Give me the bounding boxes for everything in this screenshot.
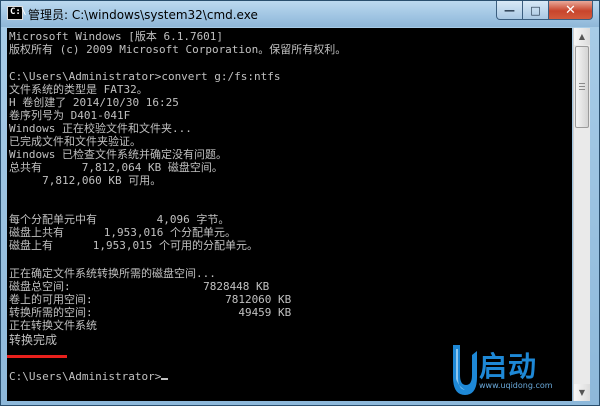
console-line-highlighted: 转换完成 xyxy=(9,333,58,347)
maximize-icon: □ xyxy=(530,3,541,17)
uqidong-watermark-logo: 启动 www.uqidong.com xyxy=(449,341,569,401)
console-line: 卷序列号为 D401-041F xyxy=(9,109,131,122)
console-line: 文件系统的类型是 FAT32。 xyxy=(9,83,148,96)
grip-line xyxy=(579,89,585,90)
console-line: 7,812,060 KB 可用。 xyxy=(9,174,162,187)
text-cursor xyxy=(161,378,169,380)
command-prompt-icon[interactable]: C:\ xyxy=(7,6,26,20)
vertical-scrollbar[interactable]: ▲ ▼ xyxy=(573,28,590,401)
console-line: C:\Users\Administrator>convert g:/fs:ntf… xyxy=(9,70,281,83)
console-line: Microsoft Windows [版本 6.1.7601] xyxy=(9,30,224,43)
close-button[interactable]: ✕ xyxy=(549,1,593,20)
arrow-down-icon: ▼ xyxy=(578,388,586,397)
arrow-up-icon: ▲ xyxy=(578,32,586,41)
console-line: 卷上的可用空间: 7812060 KB xyxy=(9,293,292,306)
grip-line xyxy=(579,86,585,87)
scroll-thumb[interactable] xyxy=(575,46,589,128)
logo-brand-text: 启动 xyxy=(479,350,538,383)
minimize-icon: — xyxy=(504,3,515,17)
u-letter-icon xyxy=(453,345,477,395)
console-line: Windows 正在校验文件和文件夹... xyxy=(9,122,192,135)
title-bar[interactable]: C:\ 管理员: C:\windows\system32\cmd.exe — □… xyxy=(1,1,599,27)
console-line: 转换所需的空间: 49459 KB xyxy=(9,306,292,319)
console-line: H 卷创建了 2014/10/30 16:25 xyxy=(9,96,179,109)
logo-url: www.uqidong.com xyxy=(479,381,553,390)
console-line: 正在转换文件系统 xyxy=(9,319,97,332)
prompt-line[interactable]: C:\Users\Administrator> xyxy=(9,370,169,383)
console-line: 磁盘总空间: 7828448 KB xyxy=(9,280,270,293)
console-line: Windows 已检查文件系统并确定没有问题。 xyxy=(9,148,227,161)
console-line: 版权所有 (c) 2009 Microsoft Corporation。保留所有… xyxy=(9,43,347,56)
scroll-down-button[interactable]: ▼ xyxy=(574,384,590,401)
maximize-button[interactable]: □ xyxy=(523,1,549,20)
console-line: 每个分配单元中有 4,096 字节。 xyxy=(9,213,230,226)
highlight-underline xyxy=(7,355,67,358)
console-line: 总共有 7,812,064 KB 磁盘空间。 xyxy=(9,161,223,174)
minimize-button[interactable]: — xyxy=(496,1,523,20)
close-icon: ✕ xyxy=(565,2,576,18)
console-line: 磁盘上共有 1,953,016 个分配单元。 xyxy=(9,226,236,239)
scroll-up-button[interactable]: ▲ xyxy=(574,28,590,45)
console-line: 磁盘上有 1,953,015 个可用的分配单元。 xyxy=(9,239,258,252)
prompt-text: C:\Users\Administrator> xyxy=(9,370,162,383)
console-line: 已完成文件和文件夹验证。 xyxy=(9,135,141,148)
window-controls: — □ ✕ xyxy=(496,1,593,20)
console-line: 正在确定文件系统转换所需的磁盘空间... xyxy=(9,267,216,280)
window-title: 管理员: C:\windows\system32\cmd.exe xyxy=(28,8,258,22)
cmd-window: C:\ 管理员: C:\windows\system32\cmd.exe — □… xyxy=(0,0,600,406)
grip-line xyxy=(579,83,585,84)
